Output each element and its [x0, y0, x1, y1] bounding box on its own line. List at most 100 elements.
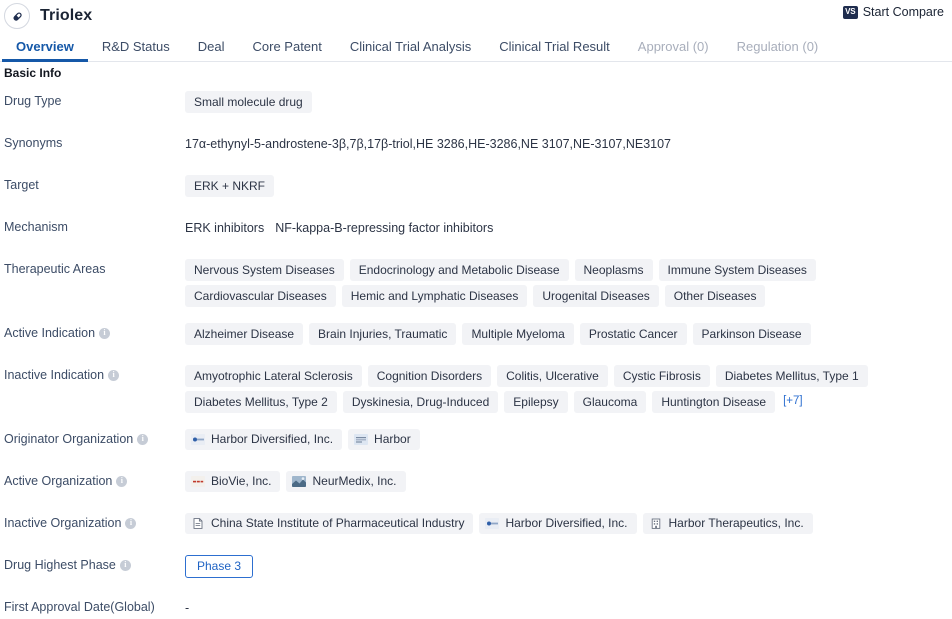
org-tag[interactable]: China State Institute of Pharmaceutical … [185, 513, 474, 534]
row-label-text: Originator Organization [4, 432, 134, 446]
row-value-mechanism: ERK inhibitors NF-kappa-B-repressing fac… [185, 212, 952, 240]
tag-inactive-indication[interactable]: Huntington Disease [652, 391, 776, 413]
row-synonyms: Synonyms 17α-ethynyl-5-androstene-3β,7β,… [0, 128, 952, 170]
tag-drug-type[interactable]: Small molecule drug [185, 91, 312, 113]
row-mechanism: Mechanism ERK inhibitors NF-kappa-B-repr… [0, 212, 952, 254]
org-name: China State Institute of Pharmaceutical … [211, 516, 465, 530]
start-compare-button[interactable]: VS Start Compare [842, 5, 944, 19]
tag-inactive-indication[interactable]: Glaucoma [573, 391, 647, 413]
tag-inactive-indication[interactable]: Cognition Disorders [367, 365, 492, 387]
tab-overview[interactable]: Overview [2, 39, 88, 62]
org-name: NeurMedix, Inc. [312, 474, 397, 488]
tag-active-indication[interactable]: Parkinson Disease [692, 323, 811, 345]
tag-inactive-indication[interactable]: Diabetes Mellitus, Type 1 [715, 365, 868, 387]
row-label-text: Therapeutic Areas [4, 262, 106, 276]
org-tag[interactable]: Harbor [348, 429, 420, 450]
logo-harbor-icon [354, 434, 369, 445]
info-icon[interactable]: i [125, 517, 137, 529]
org-tag[interactable]: NeurMedix, Inc. [286, 471, 406, 492]
row-inactive-organization: Inactive Organization i China State Inst… [0, 508, 952, 550]
row-first-approval-date: First Approval Date(Global) - [0, 592, 952, 619]
synonyms-text: 17α-ethynyl-5-androstene-3β,7β,17β-triol… [185, 137, 672, 151]
tab-deal[interactable]: Deal [184, 39, 239, 61]
tag-inactive-indication[interactable]: Cystic Fibrosis [613, 365, 710, 387]
row-label-text: Active Indication [4, 326, 96, 340]
row-label-active-indication: Active Indication i [4, 318, 185, 340]
info-icon[interactable]: i [116, 475, 128, 487]
org-tag[interactable]: Harbor Diversified, Inc. [185, 429, 343, 450]
tag-inactive-indication[interactable]: Colitis, Ulcerative [497, 365, 608, 387]
status-badge-phase[interactable]: Phase 3 [185, 555, 254, 578]
row-label-originator-organization: Originator Organization i [4, 424, 185, 446]
row-label-first-approval-date: First Approval Date(Global) [4, 592, 185, 614]
row-label-target: Target [4, 170, 185, 192]
tag-therapeutic-area[interactable]: Immune System Diseases [658, 259, 816, 281]
tag-active-indication[interactable]: Alzheimer Disease [185, 323, 304, 345]
basic-info-rows: Drug Type Small molecule drug Synonyms 1… [0, 80, 952, 619]
row-value-therapeutic-areas: Nervous System Diseases Endocrinology an… [185, 254, 947, 307]
tag-active-indication[interactable]: Multiple Myeloma [462, 323, 574, 345]
mechanism-list: ERK inhibitors NF-kappa-B-repressing fac… [185, 217, 493, 240]
document-icon [193, 518, 203, 529]
row-label-synonyms: Synonyms [4, 128, 185, 150]
row-originator-organization: Originator Organization i Harbor Diversi… [0, 424, 952, 466]
tag-therapeutic-area[interactable]: Neoplasms [574, 259, 653, 281]
page-header: Triolex VS Start Compare [0, 0, 952, 32]
row-target: Target ERK + NKRF [0, 170, 952, 212]
tag-active-indication[interactable]: Prostatic Cancer [579, 323, 687, 345]
tag-inactive-indication[interactable]: Epilepsy [504, 391, 568, 413]
row-label-text: Inactive Indication [4, 368, 105, 382]
tag-therapeutic-area[interactable]: Cardiovascular Diseases [185, 285, 336, 307]
row-active-indication: Active Indication i Alzheimer Disease Br… [0, 318, 952, 360]
tag-therapeutic-area[interactable]: Endocrinology and Metabolic Disease [349, 259, 569, 281]
row-label-inactive-indication: Inactive Indication i [4, 360, 185, 382]
info-icon[interactable]: i [137, 433, 149, 445]
org-tag[interactable]: Harbor Therapeutics, Inc. [642, 513, 813, 534]
tag-inactive-indication[interactable]: Dyskinesia, Drug-Induced [342, 391, 499, 413]
tag-therapeutic-area[interactable]: Other Diseases [664, 285, 766, 307]
tag-inactive-indication[interactable]: Diabetes Mellitus, Type 2 [185, 391, 337, 413]
logo-neurmedix-icon [292, 476, 307, 487]
row-drug-type: Drug Type Small molecule drug [0, 86, 952, 128]
info-icon[interactable]: i [99, 327, 111, 339]
row-label-text: Drug Highest Phase [4, 558, 116, 572]
row-label-inactive-organization: Inactive Organization i [4, 508, 185, 530]
row-value-target: ERK + NKRF [185, 170, 952, 197]
row-value-inactive-indication: Amyotrophic Lateral Sclerosis Cognition … [185, 360, 947, 413]
tab-clinical-trial-analysis[interactable]: Clinical Trial Analysis [336, 39, 485, 61]
tag-therapeutic-area[interactable]: Hemic and Lymphatic Diseases [341, 285, 528, 307]
org-name: Harbor Therapeutics, Inc. [668, 516, 804, 530]
mechanism-item[interactable]: ERK inhibitors [185, 217, 264, 240]
logo-harbor-diversified-icon [191, 434, 205, 445]
tag-therapeutic-area[interactable]: Urogenital Diseases [533, 285, 659, 307]
tag-target[interactable]: ERK + NKRF [185, 175, 275, 197]
row-label-text: Synonyms [4, 136, 63, 150]
row-label-drug-highest-phase: Drug Highest Phase i [4, 550, 185, 572]
tab-regulation: Regulation (0) [736, 39, 819, 54]
show-more-indications-link[interactable]: [+7] [781, 391, 805, 411]
row-label-text: Target [4, 178, 39, 192]
info-icon[interactable]: i [119, 559, 131, 571]
tab-clinical-trial-result[interactable]: Clinical Trial Result [485, 39, 624, 61]
org-tag[interactable]: Harbor Diversified, Inc. [479, 513, 637, 534]
row-value-active-organization: BioVie, Inc. NeurMedix, Inc. [185, 466, 952, 492]
row-drug-highest-phase: Drug Highest Phase i Phase 3 [0, 550, 952, 592]
tag-active-indication[interactable]: Brain Injuries, Traumatic [309, 323, 457, 345]
tag-inactive-indication[interactable]: Amyotrophic Lateral Sclerosis [185, 365, 362, 387]
mechanism-item[interactable]: NF-kappa-B-repressing factor inhibitors [275, 217, 493, 240]
start-compare-label: Start Compare [862, 5, 944, 19]
tab-core-patent[interactable]: Core Patent [239, 39, 336, 61]
row-label-mechanism: Mechanism [4, 212, 185, 234]
row-inactive-indication: Inactive Indication i Amyotrophic Latera… [0, 360, 952, 424]
row-active-organization: Active Organization i BioVie, Inc. NeurM… [0, 466, 952, 508]
logo-biovie-icon [191, 476, 205, 487]
org-tag[interactable]: BioVie, Inc. [185, 471, 281, 492]
org-name: Harbor Diversified, Inc. [211, 432, 334, 446]
tab-rd-status[interactable]: R&D Status [88, 39, 184, 61]
info-icon[interactable]: i [108, 369, 120, 381]
row-label-text: Inactive Organization [4, 516, 122, 530]
tag-therapeutic-area[interactable]: Nervous System Diseases [185, 259, 344, 281]
row-therapeutic-areas: Therapeutic Areas Nervous System Disease… [0, 254, 952, 318]
page-title: Triolex [40, 7, 93, 24]
logo-harbor-diversified-icon [485, 518, 500, 529]
